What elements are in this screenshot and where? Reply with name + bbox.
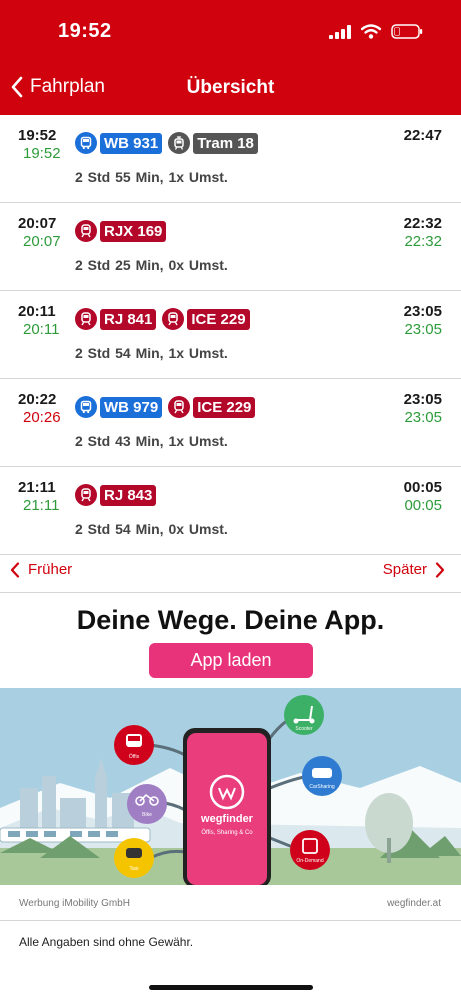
ad-app-tagline: Öffis, Sharing & Co [201,829,253,836]
duration-transfers: 2 Std 43 Min, 1x Umst. [75,433,228,449]
product-list: RJ 841 ICE 229 [75,308,250,330]
ad-url-link[interactable]: wegfinder.at [387,898,441,909]
scooter-bubble-label: Scooter [295,726,313,732]
product-list: RJ 843 [75,484,157,506]
later-button[interactable]: Später [383,561,445,578]
departure-time: 21:11 [18,479,56,496]
bike-bubble: Bike [127,784,167,824]
duration-transfers: 2 Std 55 Min, 1x Umst. [75,169,228,185]
navigation-bar: Fahrplan Übersicht [0,62,461,115]
train-icon [162,308,185,330]
ondemand-bubble: On-Demand [290,830,330,870]
arrival-time: 00:05 [403,479,442,496]
departure-realtime: 20:07 [23,233,61,250]
product-label: WB 931 [100,132,163,154]
departure-time: 20:07 [18,215,57,232]
tram-icon [168,132,191,154]
home-indicator[interactable] [149,985,313,990]
taxi-bubble: Taxi [114,838,154,878]
product-label: RJX 169 [100,220,167,242]
earlier-button[interactable]: Früher [10,561,72,578]
product-badge: WB 931 [75,132,163,154]
product-list: WB 979 ICE 229 [75,396,256,418]
product-badge: RJX 169 [75,220,167,242]
duration-transfers: 2 Std 25 Min, 0x Umst. [75,257,228,273]
status-icons [329,24,423,39]
wifi-icon [361,24,381,39]
product-label: ICE 229 [187,308,250,330]
bus-icon [75,396,97,418]
departure-time: 19:52 [18,127,57,144]
ad-banner: Deine Wege. Deine App. App laden wegfind… [0,593,461,921]
oeffis-bubble-label: Öffis [129,753,140,760]
ad-app-name: wegfinder [200,813,254,825]
ad-headline: Deine Wege. Deine App. [76,605,385,635]
product-badge: ICE 229 [168,396,256,418]
duration-transfers: 2 Std 54 Min, 1x Umst. [75,345,228,361]
signal-icon [329,24,351,39]
chevron-right-icon [435,561,445,578]
duration-transfers: 2 Std 54 Min, 0x Umst. [75,521,228,537]
product-badge: RJ 843 [75,484,157,506]
arrival-time: 23:05 [403,303,442,320]
product-label: RJ 843 [100,484,157,506]
arrival-time: 23:05 [403,391,442,408]
connection-row[interactable]: 20:07 20:07 RJX 169 22:32 22:32 2 Std 25… [0,203,461,291]
arrival-realtime: 00:05 [404,497,442,514]
train-icon [75,308,97,330]
departure-realtime: 20:11 [23,321,60,338]
ad-illustration[interactable]: wegfinder Öffis, Sharing & Co Öffis Bike… [0,688,461,885]
departure-time: 20:22 [18,391,57,408]
app-download-button[interactable]: App laden [149,643,313,678]
train-icon [75,484,97,506]
page-title: Übersicht [186,77,275,98]
product-label: ICE 229 [193,396,256,418]
product-badge: ICE 229 [162,308,250,330]
earlier-button-label: Früher [28,561,73,578]
product-label: Tram 18 [193,132,258,154]
later-button-label: Später [382,561,427,578]
arrival-realtime: 22:32 [404,233,442,250]
app-header: 19:52 Fahrplan Übersicht [0,0,461,115]
product-badge: RJ 841 [75,308,157,330]
status-bar: 19:52 [0,0,461,62]
ad-credit: Werbung iMobility GmbH [19,898,130,909]
train-icon [75,220,97,242]
bus-icon [75,132,97,154]
bike-bubble-label: Bike [142,812,152,818]
train-icon [168,396,191,418]
ondemand-bubble-label: On-Demand [296,858,323,864]
oeffis-bubble: Öffis [114,725,154,765]
product-list: WB 931 Tram 18 [75,132,258,154]
arrival-time: 22:47 [403,127,442,144]
connection-row[interactable]: 20:22 20:26 WB 979 ICE 229 23:05 23:05 2… [0,379,461,467]
product-badge: Tram 18 [168,132,258,154]
connection-row[interactable]: 19:52 19:52 WB 931 Tram 18 22:47 2 Std 5… [0,115,461,203]
taxi-bubble-label: Taxi [130,866,139,872]
product-badge: WB 979 [75,396,163,418]
product-label: WB 979 [100,396,163,418]
departure-time: 20:11 [18,303,56,320]
carsharing-bubble-label: CarSharing [309,784,335,790]
arrival-time: 22:32 [403,215,442,232]
connection-row[interactable]: 20:11 20:11 RJ 841 ICE 229 23:05 23:05 2… [0,291,461,379]
carsharing-bubble: CarSharing [302,756,342,796]
departure-realtime: 21:11 [23,497,60,514]
battery-low-icon [391,24,423,39]
departure-realtime: 19:52 [23,145,61,162]
connection-list: 19:52 19:52 WB 931 Tram 18 22:47 2 Std 5… [0,115,461,555]
scooter-bubble: Scooter [284,695,324,735]
arrival-realtime: 23:05 [404,409,442,426]
chevron-left-icon [10,561,20,578]
paging-bar: Früher Später [0,548,461,593]
status-time: 19:52 [58,20,112,42]
connection-row[interactable]: 21:11 21:11 RJ 843 00:05 00:05 2 Std 54 … [0,467,461,555]
product-label: RJ 841 [100,308,157,330]
product-list: RJX 169 [75,220,167,242]
departure-realtime: 20:26 [23,409,61,426]
disclaimer: Alle Angaben sind ohne Gewähr. [19,935,194,949]
arrival-realtime: 23:05 [404,321,442,338]
